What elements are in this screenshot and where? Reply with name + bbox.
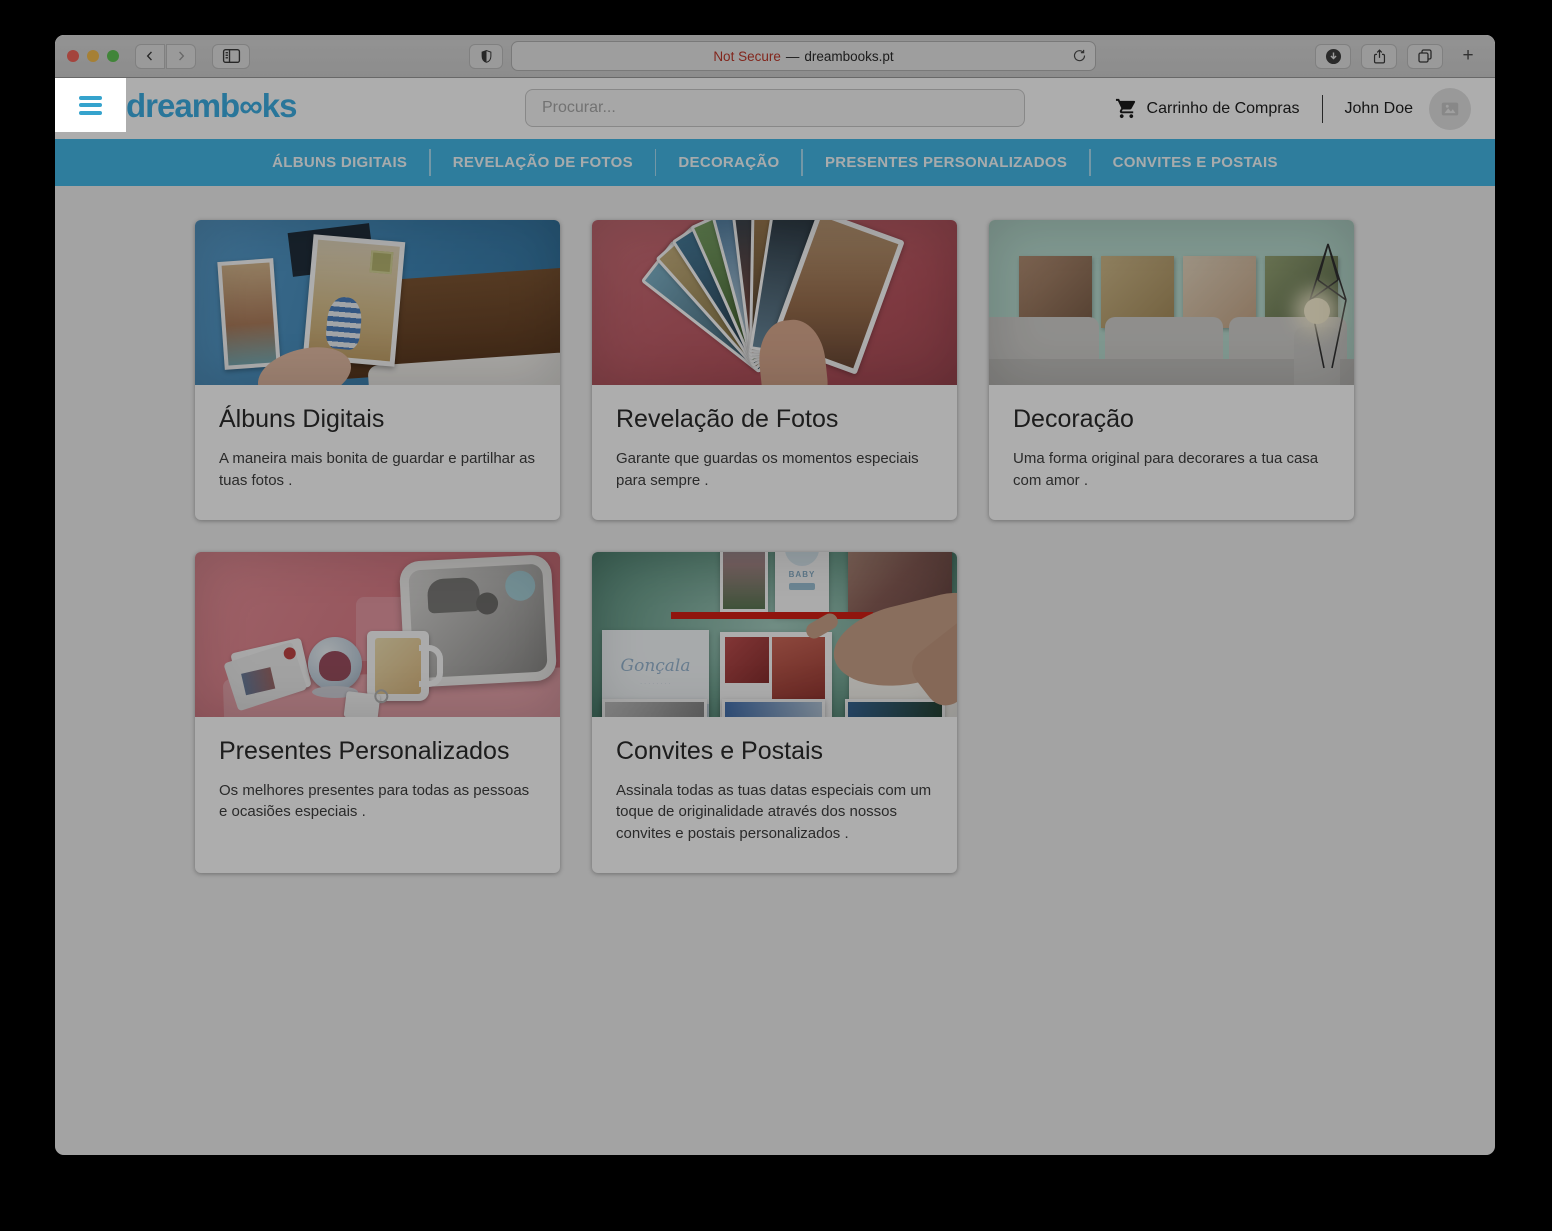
browser-window: Not Secure — dreambooks.pt + dreamb∞ks <box>55 35 1495 1155</box>
hamburger-icon <box>79 96 102 100</box>
hamburger-icon-bar <box>79 111 102 115</box>
hamburger-icon-bar <box>79 103 102 107</box>
dim-overlay <box>55 35 1495 1155</box>
hamburger-menu-button[interactable] <box>55 78 126 132</box>
